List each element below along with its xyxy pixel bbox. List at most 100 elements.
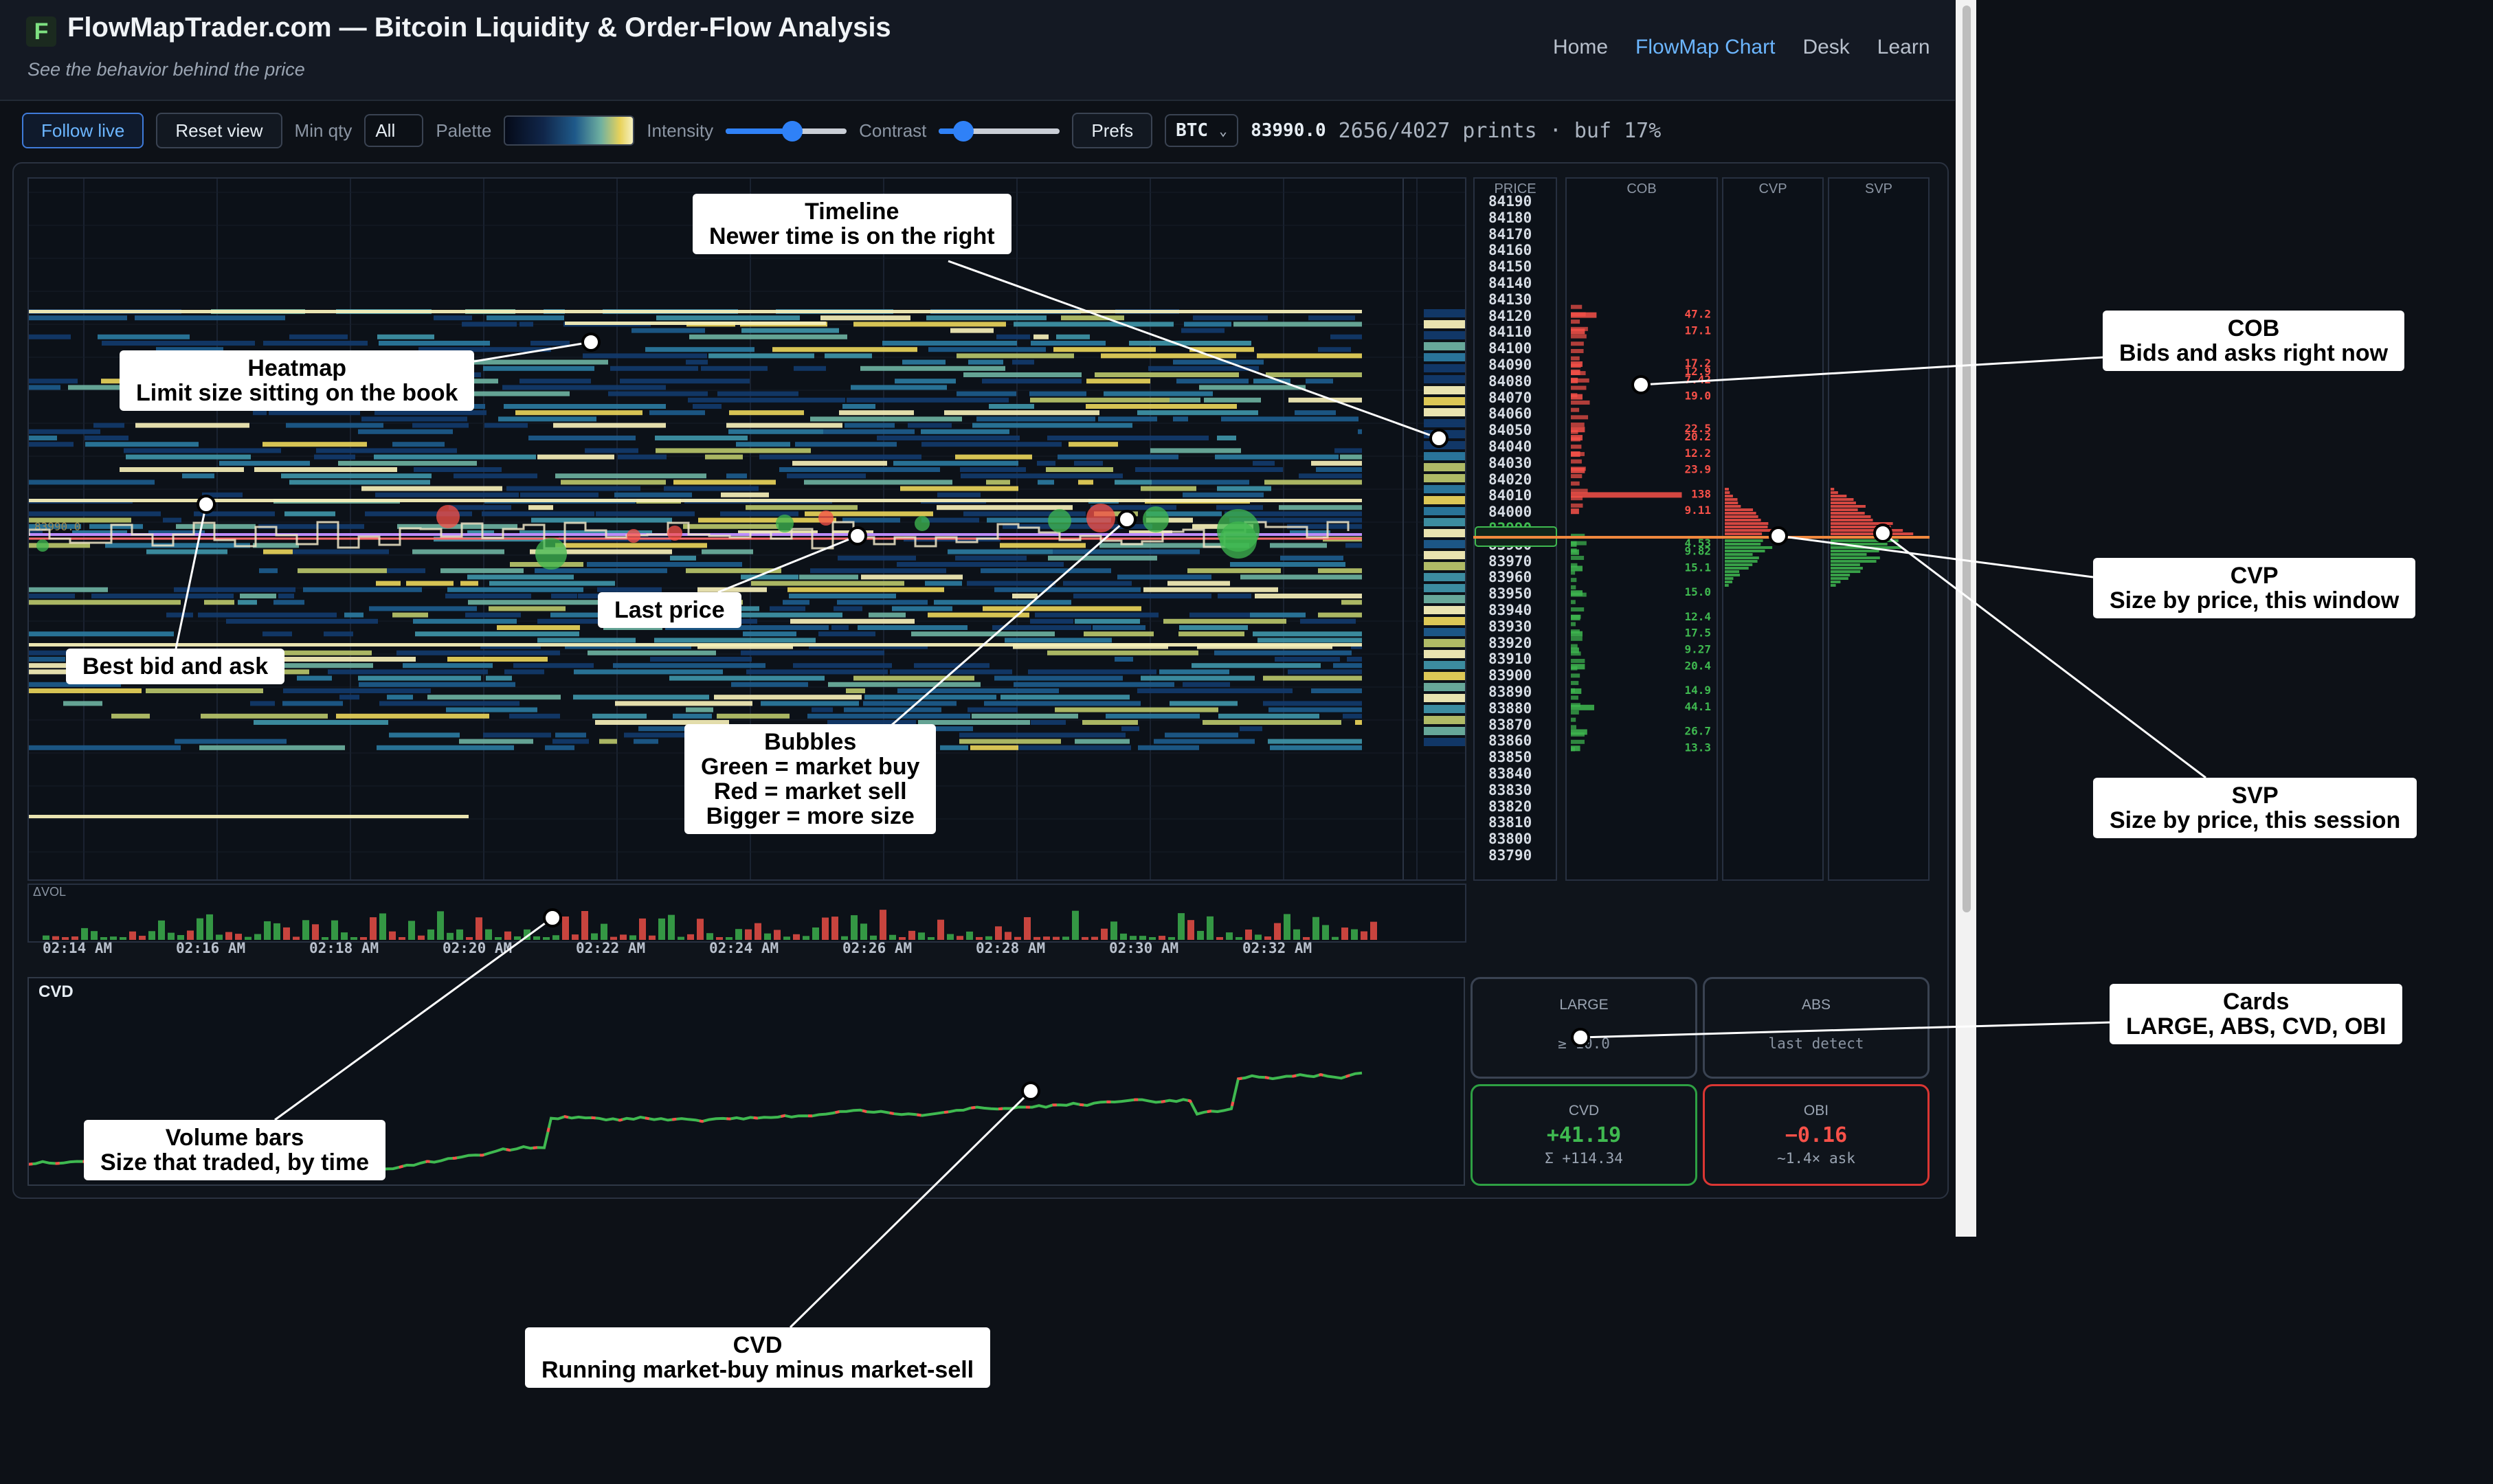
volume-bar — [418, 935, 425, 940]
volume-bar — [620, 934, 627, 940]
nav-home[interactable]: Home — [1553, 36, 1608, 59]
callout-svp: SVP Size by price, this session — [2093, 778, 2417, 838]
profile-bar — [1831, 505, 1866, 508]
time-tick: 02:28 AM — [976, 940, 1046, 956]
card-cvd-sub: Σ +114.34 — [1545, 1150, 1623, 1167]
card-large[interactable]: LARGE ≥ 10.0 — [1471, 977, 1697, 1079]
min-qty-select[interactable]: All — [364, 114, 424, 147]
nav-learn[interactable]: Learn — [1877, 36, 1930, 59]
time-tick: 02:18 AM — [309, 940, 379, 956]
volume-bar — [1255, 934, 1262, 940]
price-tick: 84000 — [1488, 504, 1532, 521]
price-tick: 84020 — [1488, 471, 1532, 488]
svg-text:44.1: 44.1 — [1684, 700, 1711, 713]
prefs-button[interactable]: Prefs — [1072, 113, 1153, 148]
volume-bar — [581, 911, 588, 940]
cob-level: 47.2 — [1571, 308, 1711, 321]
volume-bar — [225, 932, 232, 940]
volume-bar — [504, 931, 511, 940]
volume-bar — [572, 934, 579, 940]
volume-bar — [745, 929, 752, 940]
follow-live-button[interactable]: Follow live — [22, 113, 144, 148]
card-cvd-title: CVD — [1568, 1103, 1600, 1118]
profile-bar — [1831, 508, 1858, 511]
contrast-slider[interactable] — [939, 117, 1060, 144]
profile-bar — [1725, 539, 1763, 542]
volume-bar — [427, 929, 434, 940]
volume-bar — [437, 911, 444, 940]
profile-bar — [1725, 556, 1759, 559]
svg-text:12.2: 12.2 — [1684, 447, 1711, 460]
price-tick: 83960 — [1488, 569, 1532, 586]
cob-level: 44.1 — [1571, 700, 1711, 713]
callout-timeline: Timeline Newer time is on the right — [693, 194, 1011, 254]
volume-label: ΔVOL — [33, 885, 67, 899]
price-tick: 83940 — [1488, 602, 1532, 618]
price-tick: 83800 — [1488, 831, 1532, 848]
price-tick: 84140 — [1488, 275, 1532, 291]
nav-flowmap-chart[interactable]: FlowMap Chart — [1635, 36, 1775, 59]
volume-bar — [341, 932, 348, 940]
volume-bar — [312, 924, 319, 940]
callout-cards: Cards LARGE, ABS, CVD, OBI — [2110, 984, 2403, 1044]
profile-bar — [1725, 495, 1733, 497]
svg-text:47.2: 47.2 — [1684, 308, 1711, 321]
volume-bar — [1351, 929, 1358, 940]
svg-text:13.3: 13.3 — [1684, 741, 1711, 754]
profile-bar — [1831, 502, 1856, 504]
volume-bar — [168, 932, 175, 940]
profile-bar — [1725, 543, 1761, 546]
volume-bar — [1226, 932, 1233, 940]
svg-text:14.9: 14.9 — [1684, 684, 1711, 697]
volume-bar — [687, 934, 694, 940]
card-obi[interactable]: OBI −0.16 ~1.4× ask — [1703, 1084, 1930, 1186]
volume-bar — [1341, 928, 1348, 940]
palette-picker[interactable] — [504, 115, 635, 146]
volume-bar — [1053, 936, 1060, 940]
price-tick: 84090 — [1488, 357, 1532, 373]
volume-bar — [1361, 931, 1367, 940]
svg-text:15.0: 15.0 — [1684, 585, 1711, 598]
card-cvd[interactable]: CVD +41.19 Σ +114.34 — [1471, 1084, 1697, 1186]
svg-text:9.82: 9.82 — [1684, 545, 1711, 558]
time-tick: 02:20 AM — [443, 940, 513, 956]
price-tick: 84040 — [1488, 438, 1532, 455]
volume-bar — [370, 917, 377, 940]
profile-bar — [1725, 553, 1753, 556]
time-tick: 02:32 AM — [1242, 940, 1312, 956]
cob-level: 9.11 — [1571, 504, 1711, 517]
price-tick: 84180 — [1488, 209, 1532, 226]
reset-view-button[interactable]: Reset view — [156, 113, 282, 148]
page-scrollbar-thumb[interactable] — [1963, 5, 1971, 912]
profile-bar — [1725, 526, 1768, 528]
volume-bar — [533, 936, 540, 940]
contrast-slider-knob[interactable] — [952, 121, 974, 142]
profile-bar — [1831, 577, 1848, 580]
volume-bar — [331, 920, 338, 940]
volume-bar — [562, 916, 569, 940]
card-cvd-value: +41.19 — [1546, 1123, 1622, 1147]
callout-last-price: Last price — [598, 592, 741, 628]
volume-bar — [187, 930, 194, 940]
cob-level: 7.42 — [1571, 373, 1711, 386]
price-tick: 83840 — [1488, 765, 1532, 782]
card-obi-sub: ~1.4× ask — [1777, 1150, 1855, 1167]
min-qty-label: Min qty — [294, 120, 353, 141]
volume-bar — [216, 934, 223, 940]
intensity-slider-knob[interactable] — [781, 121, 803, 142]
profile-bar — [1725, 563, 1753, 566]
price-tick: 83850 — [1488, 749, 1532, 766]
volume-bar — [1178, 913, 1185, 940]
profile-bar — [1831, 512, 1865, 515]
card-abs[interactable]: ABS last detect — [1703, 977, 1930, 1079]
symbol-select[interactable]: BTC ⌄ — [1165, 114, 1239, 147]
volume-bar — [706, 933, 713, 940]
callout-cob: COB Bids and asks right now — [2103, 311, 2405, 371]
volume-bar — [966, 931, 973, 940]
price-tick: 83890 — [1488, 684, 1532, 700]
profile-bar — [1831, 532, 1914, 535]
cob-level: 15.1 — [1571, 561, 1711, 574]
nav-desk[interactable]: Desk — [1802, 36, 1849, 59]
intensity-slider[interactable] — [726, 117, 847, 144]
volume-bar — [889, 934, 896, 940]
